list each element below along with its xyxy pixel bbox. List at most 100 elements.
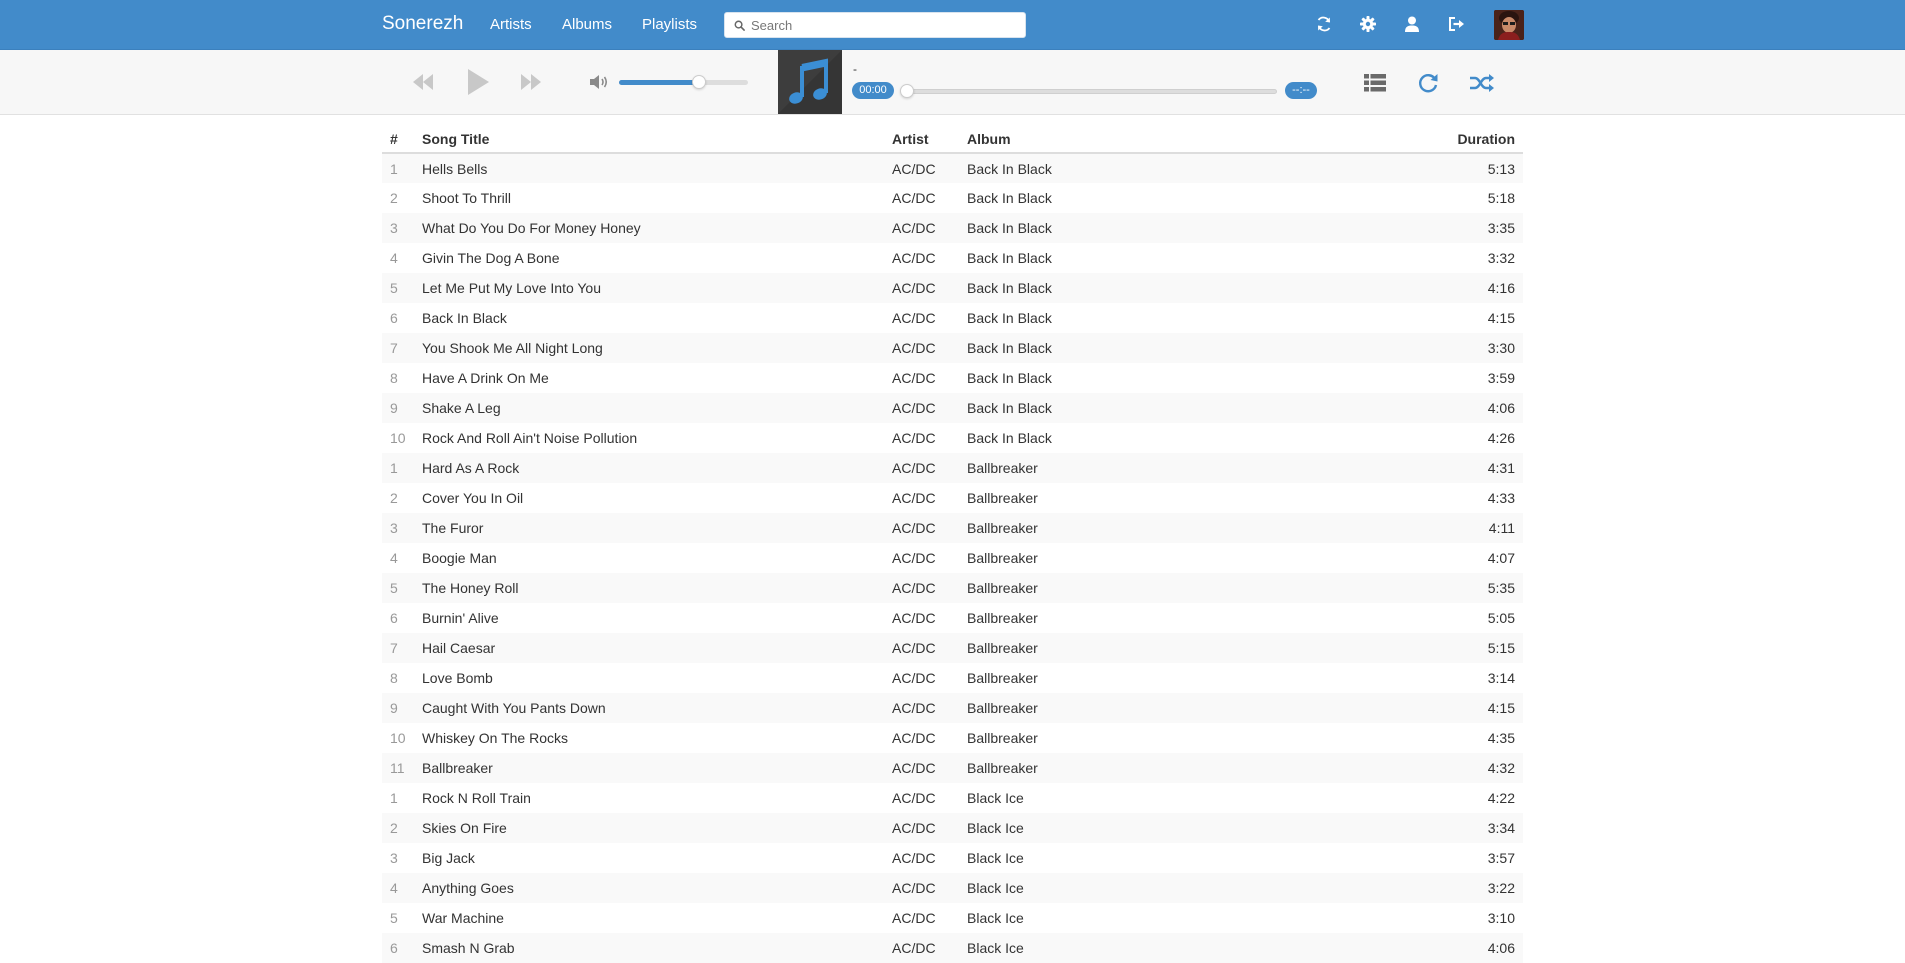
- track-title-cell: Hells Bells: [422, 160, 488, 177]
- volume-slider-handle[interactable]: [691, 75, 706, 89]
- table-row[interactable]: 3 What Do You Do For Money Honey AC/DC Back…: [382, 213, 1523, 243]
- table-row[interactable]: 2 Cover You In Oil AC/DC Ballbreaker 4:33: [382, 483, 1523, 513]
- track-title-cell: What Do You Do For Money Honey: [422, 220, 641, 236]
- user-icon[interactable]: [1403, 15, 1421, 33]
- table-row[interactable]: 2 Shoot To Thrill AC/DC Back In Black 5:18: [382, 183, 1523, 213]
- rewind-icon[interactable]: [412, 72, 434, 92]
- track-duration-cell: 4:33: [1487, 490, 1515, 506]
- track-artist-cell: AC/DC: [892, 400, 936, 416]
- table-row[interactable]: 1 Rock N Roll Train AC/DC Black Ice 4:22: [382, 783, 1523, 813]
- track-album-cell: Back In Black: [967, 250, 1052, 266]
- table-row[interactable]: 4 Givin The Dog A Bone AC/DC Back In Black 3…: [382, 243, 1523, 273]
- track-title-cell: Back In Black: [422, 310, 507, 326]
- nav-link-playlists[interactable]: Playlists: [642, 16, 697, 33]
- track-number-cell: 3: [390, 520, 398, 536]
- track-album-cell: Back In Black: [967, 190, 1052, 206]
- table-row[interactable]: 1 Hells Bells AC/DC Back In Black 5:13: [382, 153, 1523, 183]
- table-row[interactable]: 4 Anything Goes AC/DC Black Ice 3:22: [382, 873, 1523, 903]
- repeat-icon[interactable]: [1417, 72, 1439, 94]
- track-title-cell: Big Jack: [422, 850, 475, 866]
- table-row[interactable]: 5 War Machine AC/DC Black Ice 3:10: [382, 903, 1523, 933]
- shuffle-icon[interactable]: [1469, 73, 1495, 93]
- table-row[interactable]: 3 The Furor AC/DC Ballbreaker 4:11: [382, 513, 1523, 543]
- track-title-cell: Hard As A Rock: [422, 460, 520, 476]
- brand-logo-link[interactable]: Sonerezh: [382, 13, 463, 35]
- track-album-cell: Black Ice: [967, 790, 1024, 806]
- player-bar: - 00:00 --:--: [0, 50, 1905, 115]
- track-artist-cell: AC/DC: [892, 820, 936, 836]
- table-row[interactable]: 4 Boogie Man AC/DC Ballbreaker 4:07: [382, 543, 1523, 573]
- track-artist-cell: AC/DC: [892, 610, 936, 626]
- nav-link-artists[interactable]: Artists: [490, 16, 532, 33]
- table-row[interactable]: 3 Big Jack AC/DC Black Ice 3:57: [382, 843, 1523, 873]
- track-album-cell: Back In Black: [967, 220, 1052, 236]
- top-navbar: Sonerezh Artists Albums Playlists: [0, 0, 1905, 50]
- search-input[interactable]: [749, 15, 1019, 35]
- seek-bar[interactable]: [900, 84, 1277, 98]
- table-row[interactable]: 6 Smash N Grab AC/DC Black Ice 4:06: [382, 933, 1523, 963]
- track-number-cell: 5: [390, 910, 398, 926]
- track-album-cell: Ballbreaker: [967, 700, 1038, 716]
- track-duration-cell: 4:06: [1487, 940, 1515, 956]
- table-row[interactable]: 9 Shake A Leg AC/DC Back In Black 4:06: [382, 393, 1523, 423]
- track-album-cell: Back In Black: [967, 340, 1052, 356]
- table-row[interactable]: 5 Let Me Put My Love Into You AC/DC Back In…: [382, 273, 1523, 303]
- table-row[interactable]: 7 You Shook Me All Night Long AC/DC Back In…: [382, 333, 1523, 363]
- track-duration-cell: 3:30: [1487, 340, 1515, 356]
- track-number-cell: 6: [390, 310, 398, 326]
- table-row[interactable]: 5 The Honey Roll AC/DC Ballbreaker 5:35: [382, 573, 1523, 603]
- table-row[interactable]: 9 Caught With You Pants Down AC/DC Ballbrea…: [382, 693, 1523, 723]
- track-number-cell: 5: [390, 280, 398, 296]
- sync-icon[interactable]: [1315, 15, 1333, 33]
- table-row[interactable]: 6 Burnin' Alive AC/DC Ballbreaker 5:05: [382, 603, 1523, 633]
- table-row[interactable]: 6 Back In Black AC/DC Back In Black 4:15: [382, 303, 1523, 333]
- table-row[interactable]: 10 Rock And Roll Ain't Noise Pollution AC/…: [382, 423, 1523, 453]
- navbar-container: Sonerezh Artists Albums Playlists: [382, 0, 1524, 50]
- gear-icon[interactable]: [1359, 15, 1377, 33]
- table-row[interactable]: 8 Love Bomb AC/DC Ballbreaker 3:14: [382, 663, 1523, 693]
- track-album-cell: Ballbreaker: [967, 460, 1038, 476]
- table-row[interactable]: 8 Have A Drink On Me AC/DC Back In Black 3:5…: [382, 363, 1523, 393]
- track-album-cell: Black Ice: [967, 880, 1024, 896]
- table-row[interactable]: 1 Hard As A Rock AC/DC Ballbreaker 4:31: [382, 453, 1523, 483]
- column-header-number[interactable]: #: [382, 115, 414, 154]
- track-duration-cell: 3:22: [1487, 880, 1515, 896]
- track-title-cell: Have A Drink On Me: [422, 370, 549, 386]
- track-number-cell: 9: [390, 400, 398, 416]
- table-row[interactable]: 7 Hail Caesar AC/DC Ballbreaker 5:15: [382, 633, 1523, 663]
- volume-slider[interactable]: [619, 75, 748, 89]
- track-duration-cell: 4:22: [1487, 790, 1515, 806]
- track-artist-cell: AC/DC: [892, 340, 936, 356]
- track-duration-cell: 3:10: [1487, 910, 1515, 926]
- track-album-cell: Black Ice: [967, 910, 1024, 926]
- track-number-cell: 1: [390, 460, 398, 476]
- logout-icon[interactable]: [1447, 15, 1465, 33]
- track-artist-cell: AC/DC: [892, 250, 936, 266]
- track-number-cell: 7: [390, 640, 398, 656]
- album-art: [778, 50, 842, 114]
- table-row[interactable]: 10 Whiskey On The Rocks AC/DC Ballbreaker 4:…: [382, 723, 1523, 753]
- nav-link-albums[interactable]: Albums: [562, 16, 612, 33]
- track-number-cell: 2: [390, 490, 398, 506]
- track-number-cell: 3: [390, 220, 398, 236]
- table-row[interactable]: 11 Ballbreaker AC/DC Ballbreaker 4:32: [382, 753, 1523, 783]
- user-avatar[interactable]: [1494, 10, 1524, 40]
- column-header-album[interactable]: Album: [959, 115, 1359, 154]
- now-playing-title: -: [853, 62, 857, 76]
- track-title-cell: The Honey Roll: [422, 580, 519, 596]
- table-row[interactable]: 2 Skies On Fire AC/DC Black Ice 3:34: [382, 813, 1523, 843]
- column-header-artist[interactable]: Artist: [884, 115, 959, 154]
- track-artist-cell: AC/DC: [892, 430, 936, 446]
- track-title-cell: Shoot To Thrill: [422, 190, 511, 206]
- track-artist-cell: AC/DC: [892, 670, 936, 686]
- column-header-title[interactable]: Song Title: [414, 115, 884, 154]
- seek-bar-handle[interactable]: [900, 84, 914, 98]
- queue-list-icon[interactable]: [1364, 74, 1386, 92]
- play-icon[interactable]: [466, 68, 490, 96]
- volume-icon[interactable]: [589, 74, 611, 90]
- column-header-duration[interactable]: Duration: [1359, 115, 1523, 154]
- tracks-table-container: # Song Title Artist Album Duration 1 Hell…: [382, 115, 1523, 963]
- track-artist-cell: AC/DC: [892, 850, 936, 866]
- fast-forward-icon[interactable]: [520, 72, 542, 92]
- track-title-cell: Ballbreaker: [422, 760, 493, 776]
